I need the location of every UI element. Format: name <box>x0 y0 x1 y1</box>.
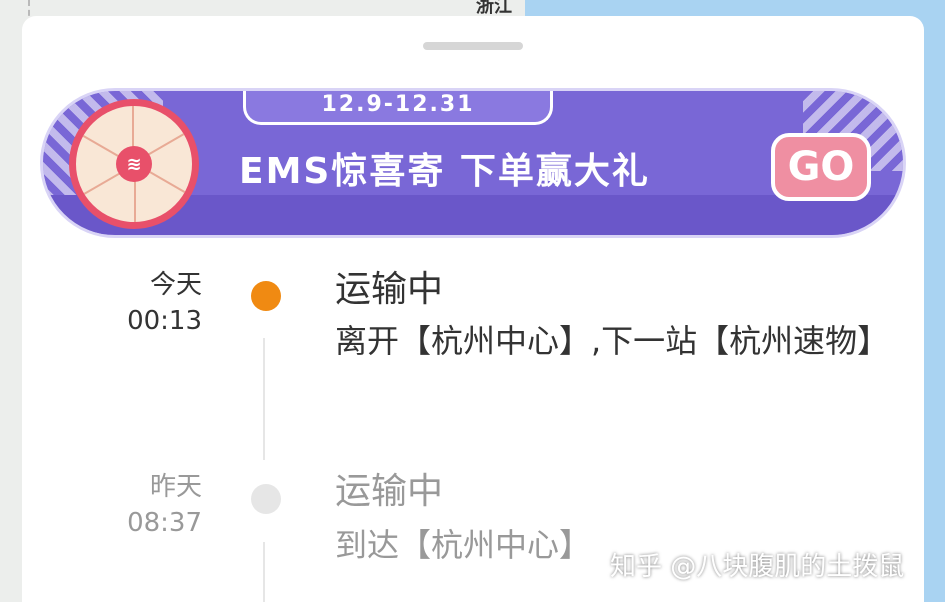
promo-date-range: 12.9-12.31 <box>243 91 553 125</box>
timeline-time: 00:13 <box>127 306 202 336</box>
ems-logo-icon: ≋ <box>116 146 152 182</box>
promo-headline: EMS惊喜寄 下单赢大礼 <box>239 151 650 192</box>
sheet-drag-handle[interactable] <box>423 42 523 50</box>
tracking-bottom-sheet: ≋ 12.9-12.31 EMS惊喜寄 下单赢大礼 GO 今天 00:13 运输… <box>22 16 924 602</box>
timeline-day: 今天 <box>149 270 202 300</box>
timeline-dot-current <box>251 281 281 311</box>
promo-go-button[interactable]: GO <box>771 133 871 201</box>
timeline-status: 运输中 <box>335 269 444 310</box>
promo-banner[interactable]: ≋ 12.9-12.31 EMS惊喜寄 下单赢大礼 GO <box>40 88 906 238</box>
timeline-status: 运输中 <box>335 471 444 512</box>
timeline-connector <box>263 338 265 460</box>
timeline-detail: 离开【杭州中心】,下一站【杭州速物】 <box>335 322 890 360</box>
prize-wheel-icon: ≋ <box>69 99 199 229</box>
timeline-day: 昨天 <box>149 472 202 502</box>
timeline-time: 08:37 <box>127 508 202 538</box>
watermark-text: 知乎 @八块腹肌的土拨鼠 <box>610 552 905 582</box>
timeline-connector <box>263 542 265 602</box>
timeline-dot <box>251 484 281 514</box>
